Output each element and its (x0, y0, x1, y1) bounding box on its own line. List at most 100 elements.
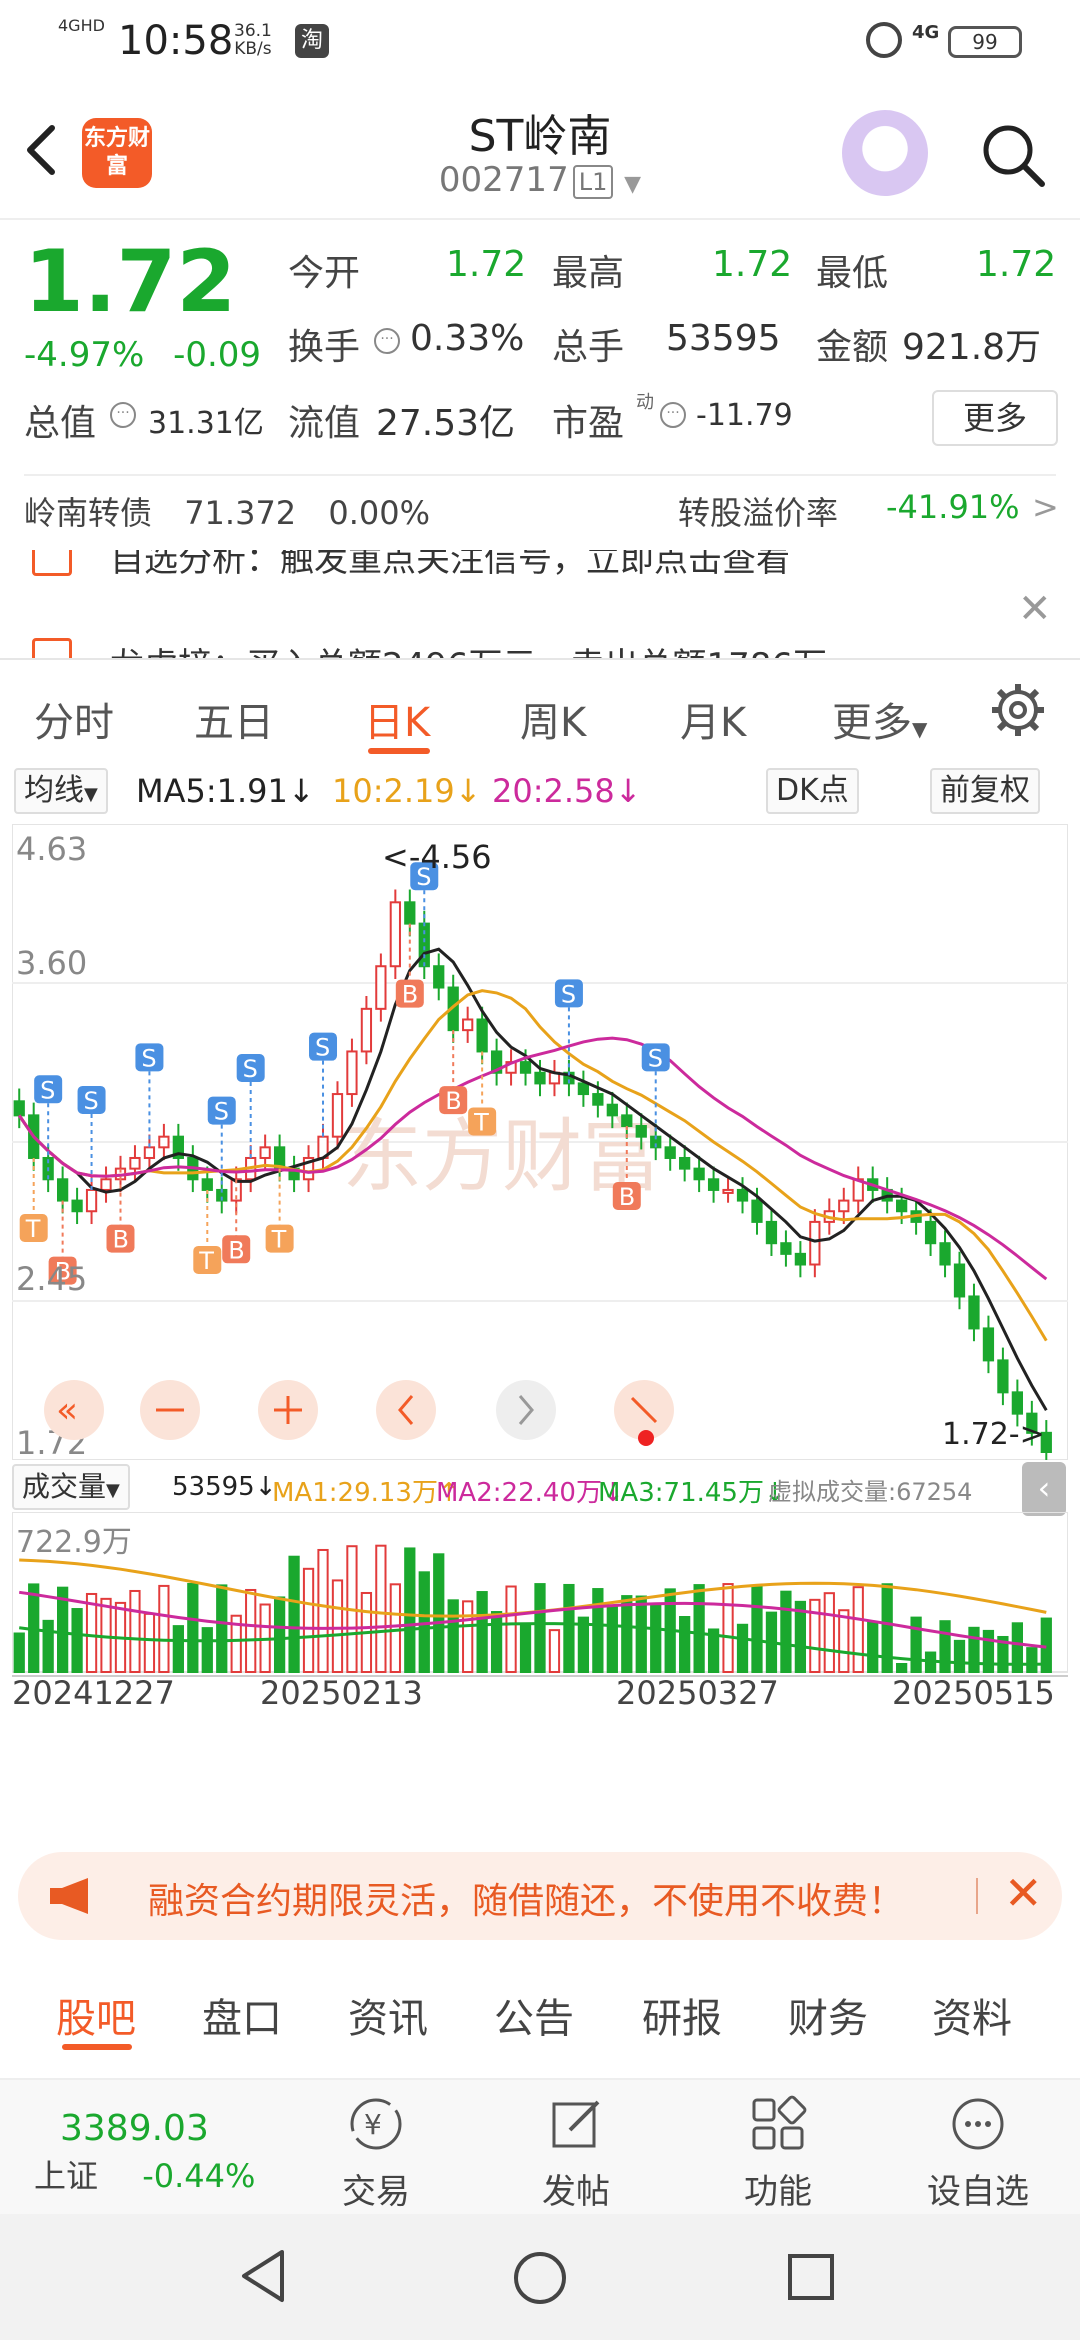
svg-text:S: S (40, 1076, 55, 1104)
nav-back-icon[interactable] (238, 2248, 288, 2304)
volume-bar (389, 1583, 401, 1673)
tab-more[interactable]: 更多▼ (832, 690, 927, 748)
candle (418, 922, 430, 968)
candle (360, 1007, 373, 1053)
dropdown-triangle-icon: ▼ (912, 717, 928, 741)
volume-bar (302, 1567, 315, 1673)
speaker-icon (32, 550, 72, 576)
chevron-right-icon: > (1032, 488, 1059, 526)
volume-bar (939, 1620, 951, 1674)
volume-chart[interactable]: 722.9万 20241227 20250213 20250327 202505… (12, 1512, 1068, 1832)
volume-bar (563, 1583, 575, 1673)
nav-recents-icon[interactable] (786, 2252, 836, 2302)
volume-bar (404, 1547, 416, 1673)
volume-number: 53595 (172, 1472, 255, 1502)
volume-indicator-select[interactable]: 成交量▼ (12, 1464, 130, 1510)
assistant-robot-icon[interactable] (842, 110, 928, 196)
nav-home-icon[interactable] (512, 2250, 568, 2306)
post-label: 发帖 (542, 2172, 610, 2212)
tab-order-book[interactable]: 盘口 (202, 1986, 282, 2044)
pe-info-icon[interactable]: ··· (660, 402, 686, 428)
candle (389, 901, 401, 968)
banner-text: 融资合约期限灵活，随借随还，不使用不收费！ (148, 1881, 905, 1922)
candle (693, 1167, 705, 1181)
candle (476, 1018, 488, 1053)
gear-icon[interactable] (990, 682, 1046, 738)
volume-bar (273, 1596, 286, 1673)
volume-bars (13, 1544, 1052, 1674)
adjust-button[interactable]: 前复权 (930, 768, 1040, 814)
search-icon[interactable] (978, 120, 1048, 190)
candle (751, 1199, 763, 1223)
volume-bar (867, 1621, 879, 1673)
network-speed: 36.1 KB/s (234, 22, 272, 58)
trade-button[interactable]: ¥ 交易 (306, 2080, 446, 2213)
candle (13, 1100, 25, 1117)
svg-text:B: B (228, 1236, 244, 1264)
network-indicator: 4GHD (58, 16, 105, 35)
dk-point-button[interactable]: DK点 (766, 768, 859, 814)
function-button[interactable]: 功能 (708, 2080, 848, 2213)
svg-text:S: S (315, 1034, 330, 1062)
ma5-label: MA5:1.91 (136, 772, 288, 810)
rewind-button[interactable]: « (44, 1380, 104, 1440)
collapse-panel-button[interactable]: ‹ (1022, 1462, 1066, 1516)
tab-monthly-k[interactable]: 月K (680, 690, 746, 748)
tab-finance[interactable]: 财务 (788, 1986, 868, 2044)
news-item[interactable]: 龙虎榜：买入总额2496万元，卖出总额1786万 (110, 638, 827, 660)
tab-research[interactable]: 研报 (642, 1986, 722, 2044)
edit-icon (552, 2100, 600, 2148)
indicator-select[interactable]: 均线▼ (14, 768, 108, 814)
post-button[interactable]: 发帖 (506, 2080, 646, 2213)
tab-announcements[interactable]: 公告 (494, 1986, 574, 2044)
tab-five-day[interactable]: 五日 (194, 690, 274, 748)
sell-signal-marker[interactable]: S (135, 1043, 164, 1148)
tab-daily-k[interactable]: 日K (364, 690, 430, 748)
tab-forum[interactable]: 股吧 (56, 1986, 136, 2044)
divider (976, 1878, 978, 1914)
tab-weekly-k[interactable]: 周K (520, 690, 586, 748)
amount-value: 921.8万 (902, 327, 1042, 368)
candle (722, 1188, 734, 1194)
promo-banner[interactable]: 融资合约期限灵活，随借随还，不使用不收费！ ✕ (18, 1852, 1062, 1940)
candle (953, 1263, 966, 1298)
candle (664, 1146, 676, 1159)
mktcap-info-icon[interactable]: ··· (110, 402, 136, 428)
pe-superscript: 动 (636, 392, 654, 413)
candle (707, 1178, 720, 1191)
vol-ma1-label: MA1:29.13万 (272, 1478, 438, 1508)
svg-text:S: S (141, 1044, 156, 1072)
zoom-in-button[interactable] (258, 1380, 318, 1440)
premium-value: -41.91% (886, 488, 1020, 526)
down-arrow-icon: ↓ (287, 772, 315, 810)
system-nav-bar (0, 2214, 1080, 2340)
tab-intraday[interactable]: 分时 (34, 690, 114, 748)
more-button[interactable]: 更多 (932, 390, 1058, 446)
index-widget[interactable]: 3389.03 上证 -0.44% (34, 2108, 255, 2197)
tab-profile[interactable]: 资料 (932, 1986, 1012, 2044)
candle (577, 1082, 590, 1096)
date-label: 20250515 (892, 1674, 1055, 1712)
amount-label: 金额 (816, 327, 889, 368)
watchlist-label: 设自选 (927, 2172, 1029, 2212)
news-item[interactable]: 自选分析：触发重点关注信号，立即点击查看 (110, 550, 790, 581)
volume-legend-row: 成交量▼ 53595↓ MA1:29.13万↑ MA2:22.40万↓ MA3:… (12, 1462, 1072, 1516)
news-ticker[interactable]: 自选分析：触发重点关注信号，立即点击查看 ✕ 龙虎榜：买入总额2496万元，卖出… (0, 550, 1080, 660)
close-icon[interactable]: ✕ (1018, 586, 1052, 632)
turnover-info-icon[interactable]: ··· (374, 328, 400, 354)
convertible-bond-row[interactable]: 岭南转债 71.372 0.00% 转股溢价率 -41.91% > (24, 488, 1059, 534)
svg-text:¥: ¥ (364, 2108, 382, 2141)
candle (404, 901, 416, 925)
close-icon[interactable]: ✕ (1004, 1866, 1043, 1920)
tab-news[interactable]: 资讯 (348, 1986, 428, 2044)
more-dots-icon (952, 2098, 1004, 2150)
zoom-out-button[interactable] (140, 1380, 200, 1440)
yuan-cycle-icon: ¥ (350, 2098, 402, 2150)
add-watchlist-button[interactable]: 设自选 (908, 2080, 1048, 2213)
candle (534, 1071, 546, 1085)
trade-label: 交易 (342, 2172, 410, 2212)
next-button[interactable] (496, 1380, 556, 1440)
volume-bar (896, 1663, 908, 1673)
kline-chart[interactable]: 东方财富 S SSSSSSSSTBBT B TBBTB 4.63 3.60 2.45 … (12, 824, 1068, 1460)
prev-button[interactable] (376, 1380, 436, 1440)
